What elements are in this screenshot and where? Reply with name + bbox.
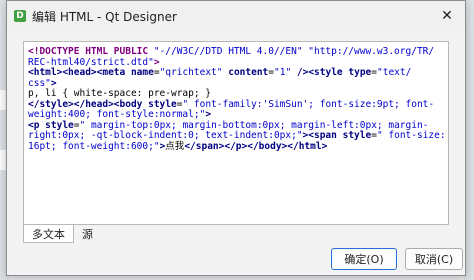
code-token: style — [148, 98, 177, 110]
ok-button[interactable]: 确定(O) — [331, 248, 397, 270]
code-token: style — [342, 130, 372, 141]
code-token: " font-family:'SimSun'; font-size:9pt; f… — [182, 98, 435, 110]
code-token: <html><head><meta — [28, 67, 131, 78]
qt-designer-app-icon: D — [14, 10, 26, 22]
title-bar[interactable]: D 编辑 HTML - Qt Designer ✕ — [7, 1, 465, 31]
html-source-editor[interactable]: <!DOCTYPE HTML PUBLIC "-//W3C//DTD HTML … — [23, 41, 449, 225]
source-code: <!DOCTYPE HTML PUBLIC "-//W3C//DTD HTML … — [28, 46, 446, 153]
code-token: "qrichtext" — [159, 67, 223, 78]
code-token: weight:400; font-style:normal;" — [28, 109, 206, 120]
code-token: </style></head><body — [28, 98, 149, 110]
code-token: 点我 — [165, 140, 185, 152]
tab-source[interactable]: 源 — [74, 225, 101, 243]
code-token: type — [348, 67, 372, 78]
code-token: </span></p></body></html> — [184, 140, 328, 152]
tab-rich-text[interactable]: 多文本 — [23, 225, 74, 243]
code-token: "-//W3C//DTD HTML 4.0//EN" "http://www.w… — [153, 46, 435, 57]
code-token: <p — [28, 119, 46, 131]
code-token: ><span — [302, 130, 343, 141]
cancel-button[interactable]: 取消(C) — [405, 248, 463, 270]
code-token: right:0px; -qt-block-indent:0; text-inde… — [28, 130, 303, 141]
code-token: <!DOCTYPE HTML PUBLIC — [28, 46, 154, 57]
code-token: > — [205, 109, 212, 120]
code-token: style — [45, 119, 74, 131]
code-token: 16pt; font-weight:600;" — [28, 140, 160, 152]
code-token: " margin-top:0px; margin-bottom:0px; mar… — [79, 119, 429, 131]
window-title: 编辑 HTML - Qt Designer — [32, 9, 177, 24]
code-token: content — [222, 67, 269, 78]
code-token: "text/ — [377, 67, 412, 78]
code-token: > — [50, 77, 57, 89]
close-button[interactable]: ✕ — [429, 1, 465, 31]
code-token: " font-size: — [376, 130, 446, 141]
code-line: 16pt; font-weight:600;">点我</span></p></b… — [28, 140, 444, 153]
code-line: <html><head><meta name="qrichtext" conte… — [28, 67, 444, 79]
code-token: name — [130, 67, 154, 78]
edit-html-dialog: D 编辑 HTML - Qt Designer ✕ <!DOCTYPE HTML… — [6, 0, 466, 276]
code-token: "1" — [274, 67, 292, 78]
code-token: /><style — [291, 67, 349, 78]
editor-tab-bar: 多文本 源 — [23, 225, 101, 243]
close-icon: ✕ — [441, 8, 453, 24]
code-token: p, li { white-space: pre-wrap; } — [28, 88, 212, 99]
code-token: REC-html40/strict.dtd" — [28, 56, 154, 68]
code-token: > — [153, 56, 160, 68]
code-token: css" — [28, 77, 51, 89]
